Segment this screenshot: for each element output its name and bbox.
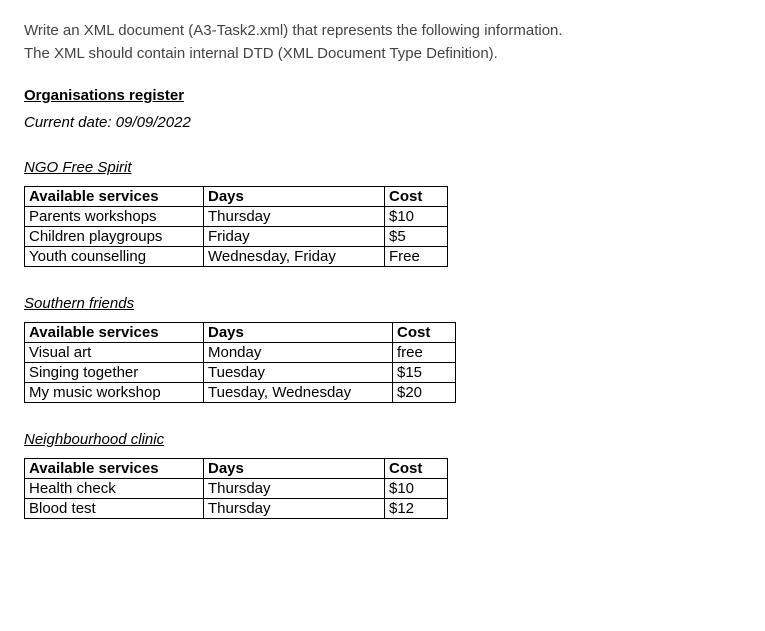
cell-days: Thursday xyxy=(204,479,385,499)
header-days: Days xyxy=(204,459,385,479)
cell-days: Tuesday xyxy=(204,363,393,383)
instruction-text: Write an XML document (A3-Task2.xml) tha… xyxy=(24,20,741,65)
cell-cost: $20 xyxy=(393,383,456,403)
cell-cost: $15 xyxy=(393,363,456,383)
cell-cost: $10 xyxy=(385,479,448,499)
org-name: Neighbourhood clinic xyxy=(24,431,741,448)
services-table: Available services Days Cost Visual art … xyxy=(24,322,456,403)
header-days: Days xyxy=(204,323,393,343)
cell-service: Blood test xyxy=(25,499,204,519)
cell-cost: $5 xyxy=(385,227,448,247)
services-table: Available services Days Cost Parents wor… xyxy=(24,186,448,267)
cell-days: Thursday xyxy=(204,499,385,519)
table-header-row: Available services Days Cost xyxy=(25,323,456,343)
org-name: Southern friends xyxy=(24,295,741,312)
cell-service: Health check xyxy=(25,479,204,499)
cell-cost: Free xyxy=(385,247,448,267)
instruction-line-2: The XML should contain internal DTD (XML… xyxy=(24,43,741,66)
cell-days: Tuesday, Wednesday xyxy=(204,383,393,403)
table-row: My music workshop Tuesday, Wednesday $20 xyxy=(25,383,456,403)
table-row: Visual art Monday free xyxy=(25,343,456,363)
cell-cost: $12 xyxy=(385,499,448,519)
table-row: Children playgroups Friday $5 xyxy=(25,227,448,247)
header-cost: Cost xyxy=(393,323,456,343)
table-header-row: Available services Days Cost xyxy=(25,187,448,207)
header-cost: Cost xyxy=(385,459,448,479)
cell-days: Friday xyxy=(204,227,385,247)
cell-service: Visual art xyxy=(25,343,204,363)
header-days: Days xyxy=(204,187,385,207)
cell-service: Singing together xyxy=(25,363,204,383)
services-table: Available services Days Cost Health chec… xyxy=(24,458,448,519)
table-row: Blood test Thursday $12 xyxy=(25,499,448,519)
cell-cost: $10 xyxy=(385,207,448,227)
cell-service: Children playgroups xyxy=(25,227,204,247)
header-cost: Cost xyxy=(385,187,448,207)
table-row: Youth counselling Wednesday, Friday Free xyxy=(25,247,448,267)
header-service: Available services xyxy=(25,323,204,343)
cell-service: My music workshop xyxy=(25,383,204,403)
cell-cost: free xyxy=(393,343,456,363)
cell-service: Parents workshops xyxy=(25,207,204,227)
instruction-line-1: Write an XML document (A3-Task2.xml) tha… xyxy=(24,20,741,43)
register-title: Organisations register xyxy=(24,87,741,104)
org-name: NGO Free Spirit xyxy=(24,159,741,176)
cell-service: Youth counselling xyxy=(25,247,204,267)
table-header-row: Available services Days Cost xyxy=(25,459,448,479)
table-row: Parents workshops Thursday $10 xyxy=(25,207,448,227)
header-service: Available services xyxy=(25,187,204,207)
header-service: Available services xyxy=(25,459,204,479)
current-date: Current date: 09/09/2022 xyxy=(24,114,741,131)
cell-days: Wednesday, Friday xyxy=(204,247,385,267)
cell-days: Monday xyxy=(204,343,393,363)
table-row: Health check Thursday $10 xyxy=(25,479,448,499)
table-row: Singing together Tuesday $15 xyxy=(25,363,456,383)
cell-days: Thursday xyxy=(204,207,385,227)
